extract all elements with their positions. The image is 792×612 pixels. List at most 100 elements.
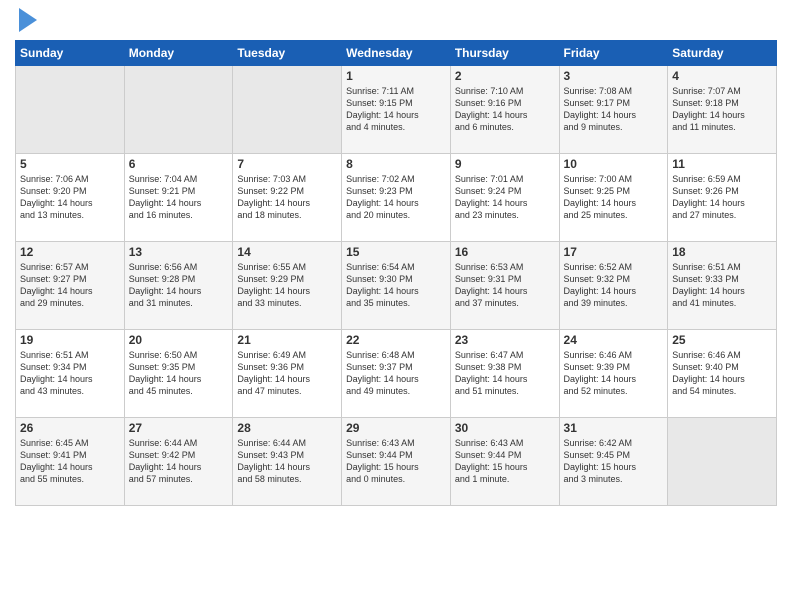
calendar-cell: 3 Sunrise: 7:08 AM Sunset: 9:17 PM Daylig… <box>559 66 668 154</box>
day-number: 4 <box>672 69 772 83</box>
day-number: 25 <box>672 333 772 347</box>
cell-content: Sunrise: 7:10 AM Sunset: 9:16 PM Dayligh… <box>455 85 555 134</box>
cell-content: Sunrise: 7:04 AM Sunset: 9:21 PM Dayligh… <box>129 173 229 222</box>
day-number: 16 <box>455 245 555 259</box>
day-number: 11 <box>672 157 772 171</box>
calendar-cell: 10Sunrise: 7:00 AM Sunset: 9:25 PM Dayli… <box>559 154 668 242</box>
weekday-header: Saturday <box>668 41 777 66</box>
cell-content: Sunrise: 7:06 AM Sunset: 9:20 PM Dayligh… <box>20 173 120 222</box>
cell-content: Sunrise: 6:56 AM Sunset: 9:28 PM Dayligh… <box>129 261 229 310</box>
day-number: 2 <box>455 69 555 83</box>
day-number: 26 <box>20 421 120 435</box>
day-number: 8 <box>346 157 446 171</box>
day-number: 12 <box>20 245 120 259</box>
page: SundayMondayTuesdayWednesdayThursdayFrid… <box>0 0 792 612</box>
day-number: 27 <box>129 421 229 435</box>
calendar-cell: 24 Sunrise: 6:46 AM Sunset: 9:39 PM Dayli… <box>559 330 668 418</box>
day-number: 24 <box>564 333 664 347</box>
cell-content: Sunrise: 6:55 AM Sunset: 9:29 PM Dayligh… <box>237 261 337 310</box>
cell-content: Sunrise: 6:42 AM Sunset: 9:45 PM Dayligh… <box>564 437 664 486</box>
day-number: 28 <box>237 421 337 435</box>
day-number: 30 <box>455 421 555 435</box>
cell-content: Sunrise: 6:51 AM Sunset: 9:33 PM Dayligh… <box>672 261 772 310</box>
cell-content: Sunrise: 7:03 AM Sunset: 9:22 PM Dayligh… <box>237 173 337 222</box>
day-number: 22 <box>346 333 446 347</box>
weekday-header: Sunday <box>16 41 125 66</box>
cell-content: Sunrise: 6:46 AM Sunset: 9:40 PM Dayligh… <box>672 349 772 398</box>
logo-arrow-icon <box>19 8 37 32</box>
calendar-cell: 5 Sunrise: 7:06 AM Sunset: 9:20 PM Daylig… <box>16 154 125 242</box>
calendar-week-row: 5 Sunrise: 7:06 AM Sunset: 9:20 PM Daylig… <box>16 154 777 242</box>
calendar-cell: 19 Sunrise: 6:51 AM Sunset: 9:34 PM Dayli… <box>16 330 125 418</box>
calendar-cell <box>668 418 777 506</box>
logo <box>15 10 37 32</box>
cell-content: Sunrise: 6:43 AM Sunset: 9:44 PM Dayligh… <box>346 437 446 486</box>
calendar-cell <box>124 66 233 154</box>
cell-content: Sunrise: 7:02 AM Sunset: 9:23 PM Dayligh… <box>346 173 446 222</box>
calendar-cell: 16 Sunrise: 6:53 AM Sunset: 9:31 PM Dayli… <box>450 242 559 330</box>
calendar-cell: 23 Sunrise: 6:47 AM Sunset: 9:38 PM Dayli… <box>450 330 559 418</box>
header <box>15 10 777 32</box>
calendar-cell: 27 Sunrise: 6:44 AM Sunset: 9:42 PM Dayli… <box>124 418 233 506</box>
calendar-cell: 18 Sunrise: 6:51 AM Sunset: 9:33 PM Dayli… <box>668 242 777 330</box>
cell-content: Sunrise: 7:01 AM Sunset: 9:24 PM Dayligh… <box>455 173 555 222</box>
calendar-week-row: 12 Sunrise: 6:57 AM Sunset: 9:27 PM Dayli… <box>16 242 777 330</box>
calendar-cell: 26 Sunrise: 6:45 AM Sunset: 9:41 PM Dayli… <box>16 418 125 506</box>
day-number: 23 <box>455 333 555 347</box>
calendar-cell: 15Sunrise: 6:54 AM Sunset: 9:30 PM Dayli… <box>342 242 451 330</box>
cell-content: Sunrise: 6:45 AM Sunset: 9:41 PM Dayligh… <box>20 437 120 486</box>
cell-content: Sunrise: 6:46 AM Sunset: 9:39 PM Dayligh… <box>564 349 664 398</box>
calendar-cell: 21Sunrise: 6:49 AM Sunset: 9:36 PM Dayli… <box>233 330 342 418</box>
calendar-cell: 28 Sunrise: 6:44 AM Sunset: 9:43 PM Dayli… <box>233 418 342 506</box>
day-number: 5 <box>20 157 120 171</box>
cell-content: Sunrise: 6:48 AM Sunset: 9:37 PM Dayligh… <box>346 349 446 398</box>
cell-content: Sunrise: 6:59 AM Sunset: 9:26 PM Dayligh… <box>672 173 772 222</box>
calendar-cell: 11 Sunrise: 6:59 AM Sunset: 9:26 PM Dayli… <box>668 154 777 242</box>
day-number: 29 <box>346 421 446 435</box>
calendar-week-row: 26 Sunrise: 6:45 AM Sunset: 9:41 PM Dayli… <box>16 418 777 506</box>
cell-content: Sunrise: 6:57 AM Sunset: 9:27 PM Dayligh… <box>20 261 120 310</box>
calendar-cell: 9 Sunrise: 7:01 AM Sunset: 9:24 PM Daylig… <box>450 154 559 242</box>
calendar-cell: 8 Sunrise: 7:02 AM Sunset: 9:23 PM Daylig… <box>342 154 451 242</box>
calendar-cell: 12 Sunrise: 6:57 AM Sunset: 9:27 PM Dayli… <box>16 242 125 330</box>
calendar-cell: 31Sunrise: 6:42 AM Sunset: 9:45 PM Dayli… <box>559 418 668 506</box>
calendar-week-row: 19 Sunrise: 6:51 AM Sunset: 9:34 PM Dayli… <box>16 330 777 418</box>
cell-content: Sunrise: 6:52 AM Sunset: 9:32 PM Dayligh… <box>564 261 664 310</box>
weekday-header: Monday <box>124 41 233 66</box>
calendar-cell: 25 Sunrise: 6:46 AM Sunset: 9:40 PM Dayli… <box>668 330 777 418</box>
calendar: SundayMondayTuesdayWednesdayThursdayFrid… <box>15 40 777 506</box>
day-number: 7 <box>237 157 337 171</box>
calendar-header: SundayMondayTuesdayWednesdayThursdayFrid… <box>16 41 777 66</box>
calendar-cell: 7 Sunrise: 7:03 AM Sunset: 9:22 PM Daylig… <box>233 154 342 242</box>
calendar-cell: 13Sunrise: 6:56 AM Sunset: 9:28 PM Dayli… <box>124 242 233 330</box>
calendar-cell: 17 Sunrise: 6:52 AM Sunset: 9:32 PM Dayli… <box>559 242 668 330</box>
cell-content: Sunrise: 7:11 AM Sunset: 9:15 PM Dayligh… <box>346 85 446 134</box>
day-number: 1 <box>346 69 446 83</box>
calendar-cell: 4Sunrise: 7:07 AM Sunset: 9:18 PM Daylig… <box>668 66 777 154</box>
weekday-header: Thursday <box>450 41 559 66</box>
cell-content: Sunrise: 6:50 AM Sunset: 9:35 PM Dayligh… <box>129 349 229 398</box>
day-number: 18 <box>672 245 772 259</box>
day-number: 10 <box>564 157 664 171</box>
day-number: 19 <box>20 333 120 347</box>
cell-content: Sunrise: 7:08 AM Sunset: 9:17 PM Dayligh… <box>564 85 664 134</box>
calendar-week-row: 1 Sunrise: 7:11 AM Sunset: 9:15 PM Daylig… <box>16 66 777 154</box>
day-number: 20 <box>129 333 229 347</box>
day-number: 9 <box>455 157 555 171</box>
cell-content: Sunrise: 6:47 AM Sunset: 9:38 PM Dayligh… <box>455 349 555 398</box>
cell-content: Sunrise: 6:54 AM Sunset: 9:30 PM Dayligh… <box>346 261 446 310</box>
cell-content: Sunrise: 6:44 AM Sunset: 9:42 PM Dayligh… <box>129 437 229 486</box>
calendar-cell: 22 Sunrise: 6:48 AM Sunset: 9:37 PM Dayli… <box>342 330 451 418</box>
cell-content: Sunrise: 6:44 AM Sunset: 9:43 PM Dayligh… <box>237 437 337 486</box>
calendar-cell <box>16 66 125 154</box>
day-number: 3 <box>564 69 664 83</box>
cell-content: Sunrise: 6:43 AM Sunset: 9:44 PM Dayligh… <box>455 437 555 486</box>
cell-content: Sunrise: 6:53 AM Sunset: 9:31 PM Dayligh… <box>455 261 555 310</box>
weekday-header: Friday <box>559 41 668 66</box>
weekday-header: Wednesday <box>342 41 451 66</box>
day-number: 17 <box>564 245 664 259</box>
day-number: 21 <box>237 333 337 347</box>
day-number: 6 <box>129 157 229 171</box>
calendar-cell: 14Sunrise: 6:55 AM Sunset: 9:29 PM Dayli… <box>233 242 342 330</box>
cell-content: Sunrise: 6:51 AM Sunset: 9:34 PM Dayligh… <box>20 349 120 398</box>
